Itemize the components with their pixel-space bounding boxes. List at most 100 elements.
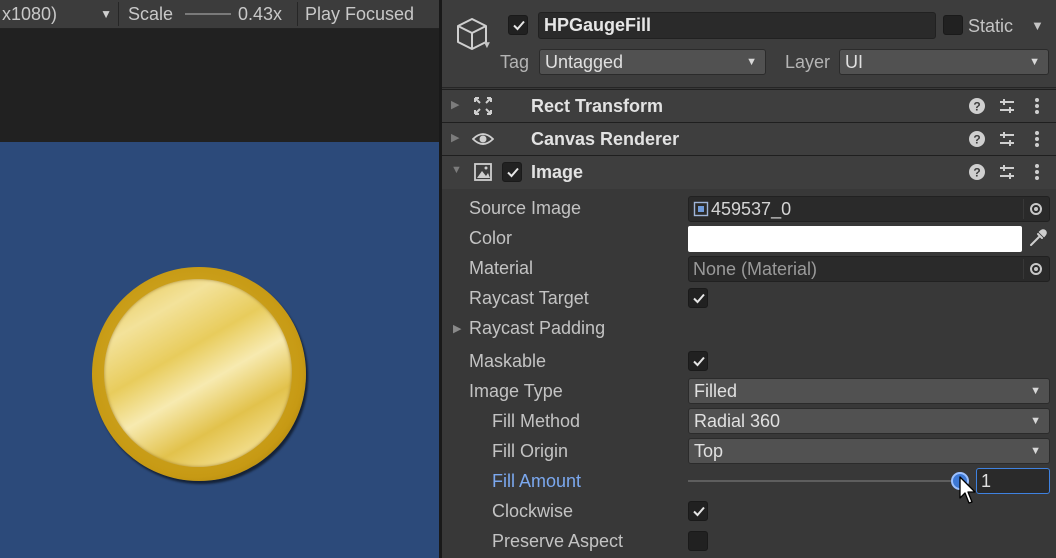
resolution-value: x1080) [2,4,58,24]
dropdown-arrow-icon: ▼ [746,56,757,68]
checkmark-icon [693,293,705,304]
foldout-collapsed-icon[interactable]: ▶ [451,98,459,111]
fill-amount-slider-track[interactable] [688,480,956,482]
scale-label: Scale [128,4,174,24]
preserve-aspect-label: Preserve Aspect [492,531,624,551]
fill-method-value: Radial 360 [694,411,781,431]
fill-origin-dropdown[interactable]: Top ▼ [688,438,1050,464]
dropdown-arrow-icon: ▼ [1030,385,1041,397]
component-header-image[interactable]: ▼ Image ? [442,155,1056,189]
checkmark-icon [693,356,705,367]
image-type-label: Image Type [469,381,563,401]
source-image-label: Source Image [469,198,582,218]
kebab-menu-icon[interactable] [1027,96,1047,116]
component-title: Canvas Renderer [531,129,680,149]
active-toggle-checkbox[interactable] [508,15,528,35]
raycast-target-label: Raycast Target [469,288,589,308]
gameobject-header: ▼ HPGaugeFill Static ▼ Tag Untagged ▼ La… [442,0,1056,88]
static-checkbox[interactable] [943,15,963,35]
dropdown-arrow-icon: ▼ [1030,445,1041,457]
layer-label: Layer [785,52,831,72]
eye-icon [472,133,494,145]
checkmark-icon [693,506,705,517]
image-type-value: Filled [694,381,738,401]
preserve-aspect-checkbox[interactable] [688,531,708,551]
game-view: x1080) ▼ Scale 0.43x Play Focused [0,0,439,558]
component-header-canvas-renderer[interactable]: ▶ Canvas Renderer ? [442,122,1056,155]
color-swatch[interactable] [688,226,1022,252]
presets-icon[interactable] [997,162,1017,182]
help-icon[interactable]: ? [967,129,987,149]
dropdown-arrow-icon: ▼ [100,7,112,21]
tag-dropdown[interactable]: Untagged ▼ [539,49,766,75]
presets-icon[interactable] [997,96,1017,116]
icon-dropdown-arrow-icon[interactable]: ▼ [482,40,492,51]
material-value: None (Material) [693,259,818,279]
kebab-menu-icon[interactable] [1027,162,1047,182]
material-field[interactable]: None (Material) [688,256,1050,282]
checkmark-icon [513,20,525,31]
material-label: Material [469,258,534,278]
dropdown-arrow-icon: ▼ [1029,56,1040,68]
fill-method-label: Fill Method [492,411,581,431]
fill-amount-input[interactable]: 1 [976,468,1050,494]
clockwise-checkbox[interactable] [688,501,708,521]
object-picker-icon [1030,263,1042,275]
object-picker-button[interactable] [1023,199,1047,219]
foldout-expanded-icon[interactable]: ▼ [451,164,462,176]
game-view-letterbox [0,29,439,142]
eyedropper-icon[interactable] [1026,228,1048,250]
static-dropdown-arrow-icon[interactable]: ▼ [1031,13,1044,39]
source-image-field[interactable]: 459537_0 [688,196,1050,222]
fill-method-dropdown[interactable]: Radial 360 ▼ [688,408,1050,434]
fill-origin-label: Fill Origin [492,441,569,461]
hp-gauge-coin-image [92,267,306,481]
raycast-padding-foldout[interactable]: Raycast Padding [469,316,605,340]
foldout-collapsed-icon[interactable]: ▶ [453,322,461,335]
gameobject-name-field[interactable]: HPGaugeFill [538,12,936,39]
help-icon[interactable]: ? [967,162,987,182]
scale-slider[interactable] [185,13,231,15]
rect-transform-icon [474,97,492,115]
tag-label: Tag [500,52,530,72]
resolution-dropdown[interactable]: x1080) ▼ [0,0,118,28]
mouse-cursor-icon [959,476,976,504]
svg-text:?: ? [973,133,980,147]
game-view-toolbar: x1080) ▼ Scale 0.43x Play Focused [0,0,439,29]
foldout-collapsed-icon[interactable]: ▶ [451,131,459,144]
raycast-target-checkbox[interactable] [688,288,708,308]
scale-value: 0.43x [238,4,283,24]
svg-text:?: ? [973,166,980,180]
toolbar-divider [118,2,119,26]
component-header-rect-transform[interactable]: ▶ Rect Transform ? [442,89,1056,122]
layer-dropdown[interactable]: UI ▼ [839,49,1049,75]
color-label: Color [469,228,513,248]
svg-text:?: ? [973,100,980,114]
image-enabled-checkbox[interactable] [502,162,522,182]
play-mode-dropdown[interactable]: Play Focused [305,0,414,28]
maskable-label: Maskable [469,351,547,371]
tag-value: Untagged [545,52,624,72]
component-title: Image [531,162,584,182]
fill-amount-label: Fill Amount [492,471,582,491]
coin-face [104,279,292,467]
maskable-checkbox[interactable] [688,351,708,371]
object-picker-icon [1030,203,1042,215]
presets-icon[interactable] [997,129,1017,149]
sprite-icon [693,201,709,217]
fill-origin-value: Top [694,441,724,461]
kebab-menu-icon[interactable] [1027,129,1047,149]
dropdown-arrow-icon: ▼ [1030,415,1041,427]
object-picker-button[interactable] [1023,259,1047,279]
component-title: Rect Transform [531,96,664,116]
inspector-panel: ▼ HPGaugeFill Static ▼ Tag Untagged ▼ La… [442,0,1056,558]
image-component-icon [474,163,492,181]
clockwise-label: Clockwise [492,501,574,521]
static-label: Static [968,16,1014,36]
toolbar-divider [297,2,298,26]
checkmark-icon [507,167,519,178]
source-image-value: 459537_0 [711,199,792,219]
image-type-dropdown[interactable]: Filled ▼ [688,378,1050,404]
layer-value: UI [845,52,863,72]
help-icon[interactable]: ? [967,96,987,116]
